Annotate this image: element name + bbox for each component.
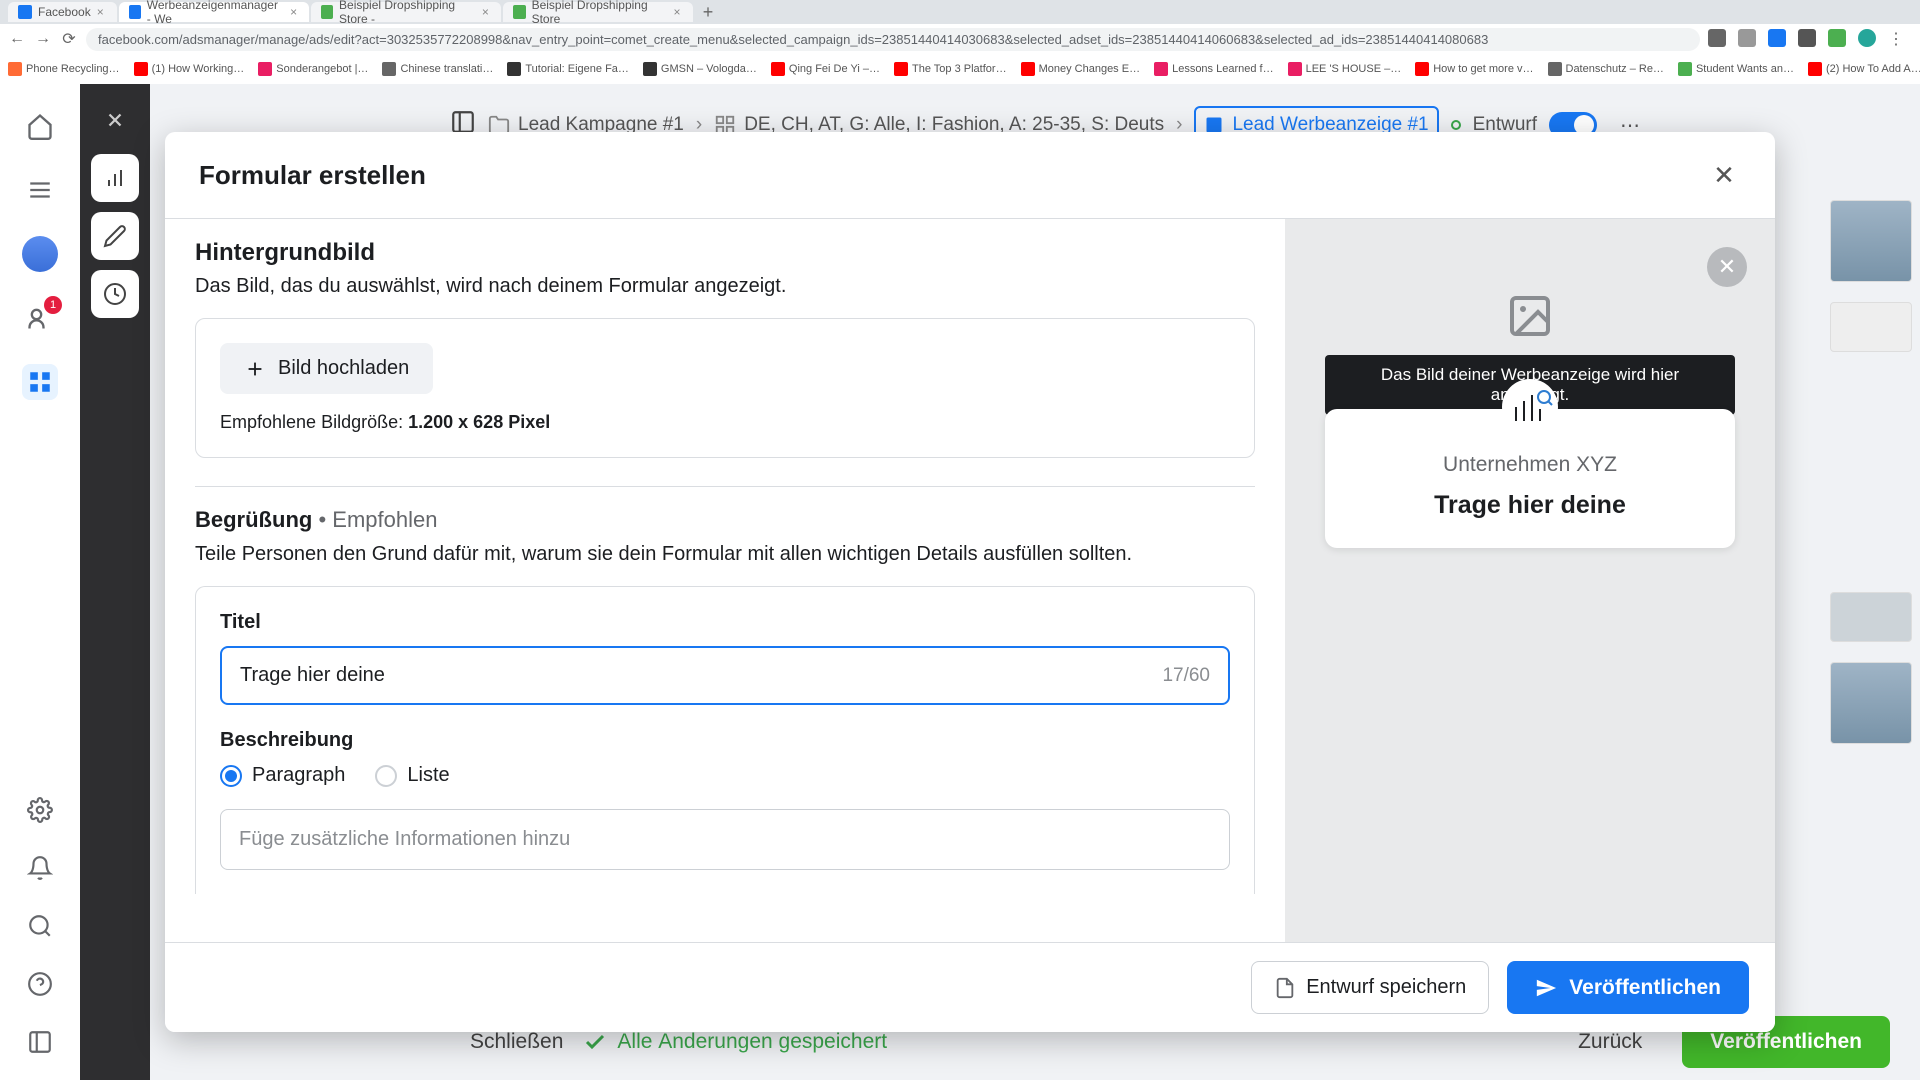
bookmark-item[interactable]: Phone Recycling… xyxy=(8,62,120,76)
preview-headline: Trage hier deine xyxy=(1345,491,1715,520)
back-icon[interactable]: ← xyxy=(8,30,26,48)
thumbnail[interactable] xyxy=(1830,200,1912,282)
notification-badge: 1 xyxy=(44,296,62,314)
address-bar: ← → ⟳ facebook.com/adsmanager/manage/ads… xyxy=(0,24,1920,54)
bookmark-bar: Phone Recycling… (1) How Working… Sonder… xyxy=(0,54,1920,84)
editor-rail xyxy=(80,84,150,1080)
preview-thumbnails xyxy=(1830,200,1912,744)
save-draft-button[interactable]: Entwurf speichern xyxy=(1251,961,1489,1014)
field-label-title: Titel xyxy=(220,611,1230,634)
facebook-nav-rail: 1 xyxy=(0,84,80,1080)
bookmark-item[interactable]: Datenschutz – Re… xyxy=(1548,62,1664,76)
close-icon[interactable]: × xyxy=(97,7,107,17)
extension-icon[interactable] xyxy=(1828,29,1846,47)
settings-icon[interactable] xyxy=(22,792,58,828)
preview-column: ✕ Das Bild deiner Werbeanzeige wird hier… xyxy=(1285,219,1775,942)
bookmark-item[interactable]: The Top 3 Platfor… xyxy=(894,62,1007,76)
close-icon[interactable]: × xyxy=(482,7,491,17)
greeting-card: Titel Trage hier deine 17/60 Beschreibun… xyxy=(195,586,1255,894)
thumbnail[interactable] xyxy=(1830,662,1912,744)
bookmark-item[interactable]: LEE 'S HOUSE –… xyxy=(1288,62,1402,76)
extension-icon[interactable] xyxy=(1738,29,1756,47)
chart-icon[interactable] xyxy=(91,154,139,202)
field-label-description: Beschreibung xyxy=(220,729,1230,752)
home-icon[interactable] xyxy=(22,108,58,144)
browser-tab[interactable]: Facebook× xyxy=(8,2,117,22)
bookmark-item[interactable]: Money Changes E… xyxy=(1021,62,1141,76)
close-icon[interactable]: × xyxy=(674,7,683,17)
bookmark-item[interactable]: Sonderangebot |… xyxy=(258,62,368,76)
preview-card: Unternehmen XYZ Trage hier deine xyxy=(1325,409,1735,548)
profile-icon[interactable] xyxy=(1858,29,1876,47)
close-button[interactable]: Schließen xyxy=(470,1030,563,1054)
extension-icon[interactable] xyxy=(1768,29,1786,47)
section-title-background: Hintergrundbild xyxy=(195,239,1255,267)
new-tab-button[interactable]: + xyxy=(695,2,722,23)
section-title-greeting: Begrüßung xyxy=(195,507,312,532)
saved-status: Alle Änderungen gespeichert xyxy=(583,1030,887,1054)
edit-icon[interactable] xyxy=(91,212,139,260)
search-icon[interactable] xyxy=(22,908,58,944)
browser-tab[interactable]: Beispiel Dropshipping Store -× xyxy=(311,2,501,22)
preview-close-button[interactable]: ✕ xyxy=(1707,247,1747,287)
menu-icon[interactable] xyxy=(22,172,58,208)
status-indicator xyxy=(1451,120,1461,130)
upload-image-button[interactable]: Bild hochladen xyxy=(220,343,433,394)
browser-chrome: Facebook× Werbeanzeigenmanager - We× Bei… xyxy=(0,0,1920,84)
bookmark-item[interactable]: Chinese translati… xyxy=(382,62,493,76)
close-icon[interactable]: × xyxy=(290,7,299,17)
url-field[interactable]: facebook.com/adsmanager/manage/ads/edit?… xyxy=(86,28,1700,51)
bookmark-item[interactable]: (2) How To Add A… xyxy=(1808,62,1920,76)
form-create-modal: Formular erstellen ✕ Hintergrundbild Das… xyxy=(165,132,1775,1032)
bookmark-item[interactable]: Qing Fei De Yi –… xyxy=(771,62,880,76)
description-input[interactable]: Füge zusätzliche Informationen hinzu xyxy=(220,809,1230,870)
forward-icon[interactable]: → xyxy=(34,30,52,48)
browser-tab[interactable]: Werbeanzeigenmanager - We× xyxy=(119,2,309,22)
radio-liste[interactable]: Liste xyxy=(375,764,449,787)
image-placeholder-icon xyxy=(1500,291,1560,341)
bookmark-item[interactable]: Tutorial: Eigene Fa… xyxy=(507,62,629,76)
section-subtitle: Teile Personen den Grund dafür mit, waru… xyxy=(195,543,1255,566)
bookmark-item[interactable]: (1) How Working… xyxy=(134,62,245,76)
thumbnail[interactable] xyxy=(1830,592,1912,642)
char-counter: 17/60 xyxy=(1162,665,1210,687)
modal-close-button[interactable]: ✕ xyxy=(1707,158,1741,192)
history-icon[interactable] xyxy=(91,270,139,318)
modal-title: Formular erstellen xyxy=(199,160,426,191)
preview-company-name: Unternehmen XYZ xyxy=(1345,453,1715,477)
section-subtitle: Das Bild, das du auswählst, wird nach de… xyxy=(195,275,1255,298)
recommended-size: Empfohlene Bildgröße: 1.200 x 628 Pixel xyxy=(220,412,1230,433)
title-input[interactable]: Trage hier deine 17/60 xyxy=(220,646,1230,705)
close-editor-icon[interactable] xyxy=(91,96,139,144)
collapse-icon[interactable] xyxy=(22,1024,58,1060)
tab-bar: Facebook× Werbeanzeigenmanager - We× Bei… xyxy=(0,0,1920,24)
description-type-radios: Paragraph Liste xyxy=(220,764,1230,787)
radio-paragraph[interactable]: Paragraph xyxy=(220,764,345,787)
bookmark-item[interactable]: GMSN – Vologda… xyxy=(643,62,757,76)
thumbnail[interactable] xyxy=(1830,302,1912,352)
audiences-icon[interactable]: 1 xyxy=(22,300,58,336)
publish-button[interactable]: Veröffentlichen xyxy=(1507,961,1749,1014)
browser-tab[interactable]: Beispiel Dropshipping Store× xyxy=(503,2,693,22)
form-column: Hintergrundbild Das Bild, das du auswähl… xyxy=(165,219,1285,942)
notifications-icon[interactable] xyxy=(22,850,58,886)
ads-manager-icon[interactable] xyxy=(22,364,58,400)
menu-icon[interactable]: ⋮ xyxy=(1888,29,1904,49)
modal-footer: Entwurf speichern Veröffentlichen xyxy=(165,942,1775,1032)
avatar[interactable] xyxy=(22,236,58,272)
extension-icon[interactable] xyxy=(1708,29,1726,47)
company-logo-icon xyxy=(1502,379,1558,435)
bookmark-item[interactable]: How to get more v… xyxy=(1415,62,1533,76)
reload-icon[interactable]: ⟳ xyxy=(60,30,78,48)
bookmark-item[interactable]: Student Wants an… xyxy=(1678,62,1794,76)
bookmark-item[interactable]: Lessons Learned f… xyxy=(1154,62,1274,76)
upload-card: Bild hochladen Empfohlene Bildgröße: 1.2… xyxy=(195,318,1255,458)
help-icon[interactable] xyxy=(22,966,58,1002)
recommended-label: Empfohlen xyxy=(332,507,437,532)
extension-icon[interactable] xyxy=(1798,29,1816,47)
